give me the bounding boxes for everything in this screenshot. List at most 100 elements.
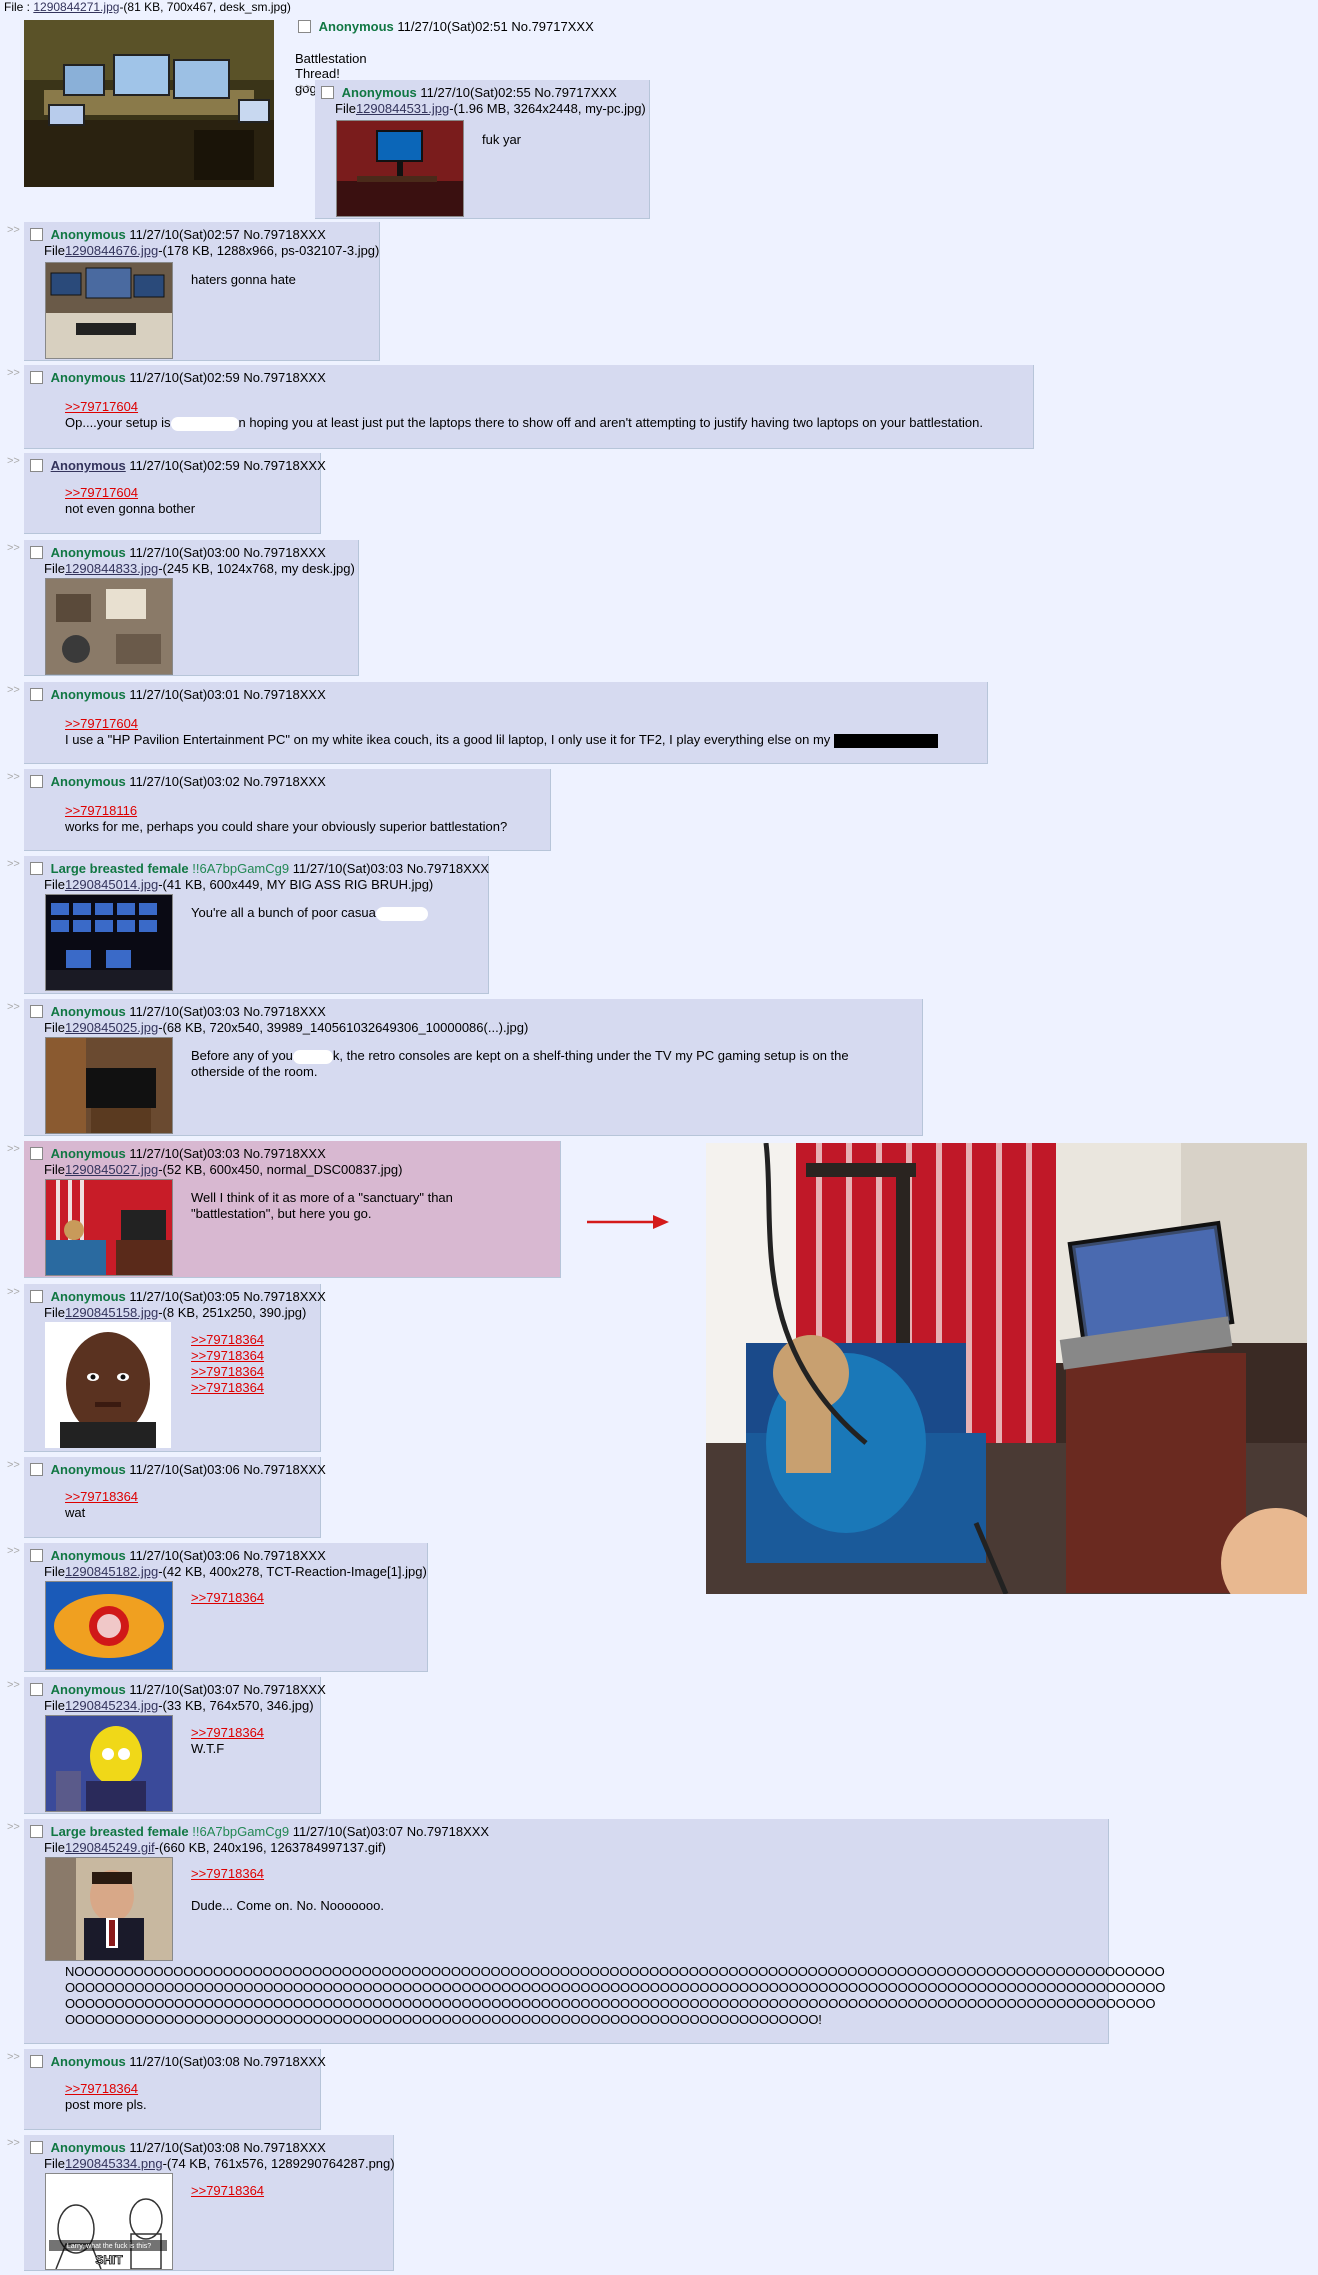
post-number[interactable]: No.79718XXX — [243, 545, 325, 560]
post-thumbnail[interactable] — [45, 1037, 173, 1134]
post-date: 11/27/10(Sat)03:02 — [129, 774, 240, 789]
post-checkbox[interactable] — [30, 862, 43, 875]
post-number[interactable]: No.79718XXX — [243, 1146, 325, 1161]
file-link[interactable]: 1290845234.jpg — [65, 1698, 158, 1713]
reply-arrow: >> — [299, 82, 312, 94]
post-thumbnail[interactable] — [45, 1322, 171, 1448]
post-thumbnail[interactable] — [336, 120, 464, 217]
post-checkbox[interactable] — [30, 459, 43, 472]
file-info: File1290845014.jpg-(41 KB, 600x449, MY B… — [44, 877, 434, 892]
post-date: 11/27/10(Sat)02:59 — [129, 370, 240, 385]
file-info: File1290844531.jpg-(1.96 MB, 3264x2448, … — [335, 101, 646, 116]
post-number[interactable]: No.79718XXX — [243, 1462, 325, 1477]
reply-post: Anonymous 11/27/10(Sat)03:08 No.79718XXX… — [24, 2049, 326, 2130]
post-checkbox[interactable] — [30, 371, 43, 384]
poster-name-link[interactable]: Anonymous — [51, 458, 126, 473]
post-thumbnail[interactable] — [45, 1179, 173, 1276]
poster-name: Anonymous — [50, 1462, 126, 1477]
post-thumbnail[interactable] — [45, 578, 173, 675]
quote-link[interactable]: >>79717604 — [65, 716, 938, 732]
quote-link[interactable]: >>79717604 — [65, 485, 195, 501]
quote-link[interactable]: >>79718364 — [191, 1866, 384, 1882]
file-link[interactable]: 1290845158.jpg — [65, 1305, 158, 1320]
quote-link[interactable]: >>79718364 — [191, 2183, 264, 2199]
post-thumbnail[interactable] — [45, 1857, 173, 1961]
op-checkbox[interactable] — [298, 20, 311, 33]
post-number[interactable]: No.79717XXX — [511, 19, 593, 34]
post-number[interactable]: No.79718XXX — [243, 227, 325, 242]
post-thumbnail[interactable] — [45, 262, 173, 359]
quote-link[interactable]: >>79718364 — [191, 1725, 264, 1741]
post-checkbox[interactable] — [30, 546, 43, 559]
quote-link[interactable]: >>79718116 — [65, 803, 507, 819]
post-number[interactable]: No.79717XXX — [534, 85, 616, 100]
quote-link[interactable]: >>79717604 — [65, 399, 983, 415]
file-link[interactable]: 1290845014.jpg — [65, 877, 158, 892]
post-thumbnail[interactable]: Larry, what the fuck is this? SHIT — [45, 2173, 173, 2270]
post-checkbox[interactable] — [321, 86, 334, 99]
file-link[interactable]: 1290845027.jpg — [65, 1162, 158, 1177]
reply-post: Anonymous 11/27/10(Sat)02:59 No.79718XXX… — [24, 453, 326, 534]
quote-link[interactable]: >>79718364 — [191, 1364, 264, 1380]
reply-arrow: >> — [7, 1143, 20, 1155]
op-thumbnail[interactable] — [24, 20, 274, 187]
file-link[interactable]: 1290844531.jpg — [356, 101, 449, 116]
poster-name: Anonymous — [50, 687, 126, 702]
poster-name: Anonymous — [50, 1289, 126, 1304]
post-number[interactable]: No.79718XXX — [243, 774, 325, 789]
post-date: 11/27/10(Sat)03:03 — [129, 1004, 240, 1019]
post-number[interactable]: No.79718XXX — [243, 687, 325, 702]
post-number[interactable]: No.79718XXX — [243, 2140, 325, 2155]
post-checkbox[interactable] — [30, 1683, 43, 1696]
quote-link[interactable]: >>79718364 — [65, 2081, 147, 2097]
post-thumbnail[interactable] — [45, 1715, 173, 1812]
file-link[interactable]: 1290845249.gif — [65, 1840, 155, 1855]
post-thumbnail[interactable] — [45, 1581, 173, 1670]
post-checkbox[interactable] — [30, 1463, 43, 1476]
post-checkbox[interactable] — [30, 2055, 43, 2068]
reply-post: Anonymous 11/27/10(Sat)03:06 No.79718XXX… — [24, 1543, 428, 1672]
poster-name: Anonymous — [50, 774, 126, 789]
post-checkbox[interactable] — [30, 1825, 43, 1838]
file-link[interactable]: 1290845334.png — [65, 2156, 163, 2171]
file-link[interactable]: 1290844676.jpg — [65, 243, 158, 258]
quote-link[interactable]: >>79718364 — [191, 1380, 264, 1396]
post-number[interactable]: No.79718XXX — [243, 1682, 325, 1697]
post-checkbox[interactable] — [30, 228, 43, 241]
file-link[interactable]: 1290844833.jpg — [65, 561, 158, 576]
post-checkbox[interactable] — [30, 1549, 43, 1562]
post-date: 11/27/10(Sat)02:55 — [420, 85, 531, 100]
post-text: Well I think of it as more of a "sanctua… — [191, 1190, 453, 1221]
reply-arrow: >> — [7, 1679, 20, 1691]
post-number[interactable]: No.79718XXX — [407, 1824, 489, 1839]
post-checkbox[interactable] — [30, 1005, 43, 1018]
poster-name: Anonymous — [50, 227, 126, 242]
reply-arrow: >> — [7, 224, 20, 236]
op-file-link[interactable]: 1290844271.jpg — [33, 0, 119, 14]
post-checkbox[interactable] — [30, 1290, 43, 1303]
post-number[interactable]: No.79718XXX — [243, 370, 325, 385]
post-number[interactable]: No.79718XXX — [243, 2054, 325, 2069]
post-number[interactable]: No.79718XXX — [243, 1548, 325, 1563]
quote-link[interactable]: >>79718364 — [191, 1348, 264, 1364]
reply-arrow: >> — [7, 2137, 20, 2149]
post-number[interactable]: No.79718XXX — [243, 458, 325, 473]
post-number[interactable]: No.79718XXX — [407, 861, 489, 876]
post-number[interactable]: No.79718XXX — [243, 1004, 325, 1019]
post-quotes: >>79718364 >>79718364 >>79718364 >>79718… — [191, 1332, 264, 1396]
post-thumbnail[interactable] — [45, 894, 173, 991]
post-body: >>79717604 not even gonna bother — [65, 485, 196, 516]
file-link[interactable]: 1290845025.jpg — [65, 1020, 158, 1035]
file-link[interactable]: 1290845182.jpg — [65, 1564, 158, 1579]
expanded-image[interactable] — [706, 1143, 1307, 1594]
post-checkbox[interactable] — [30, 775, 43, 788]
poster-name: Anonymous — [50, 2140, 126, 2155]
quote-link[interactable]: >>79718364 — [65, 1489, 138, 1505]
quote-link[interactable]: >>79718364 — [191, 1332, 264, 1348]
reply-post: Anonymous 11/27/10(Sat)02:59 No.79718XXX… — [24, 365, 1034, 449]
post-checkbox[interactable] — [30, 2141, 43, 2154]
post-checkbox[interactable] — [30, 1147, 43, 1160]
post-checkbox[interactable] — [30, 688, 43, 701]
post-number[interactable]: No.79718XXX — [243, 1289, 325, 1304]
quote-link[interactable]: >>79718364 — [191, 1590, 264, 1606]
